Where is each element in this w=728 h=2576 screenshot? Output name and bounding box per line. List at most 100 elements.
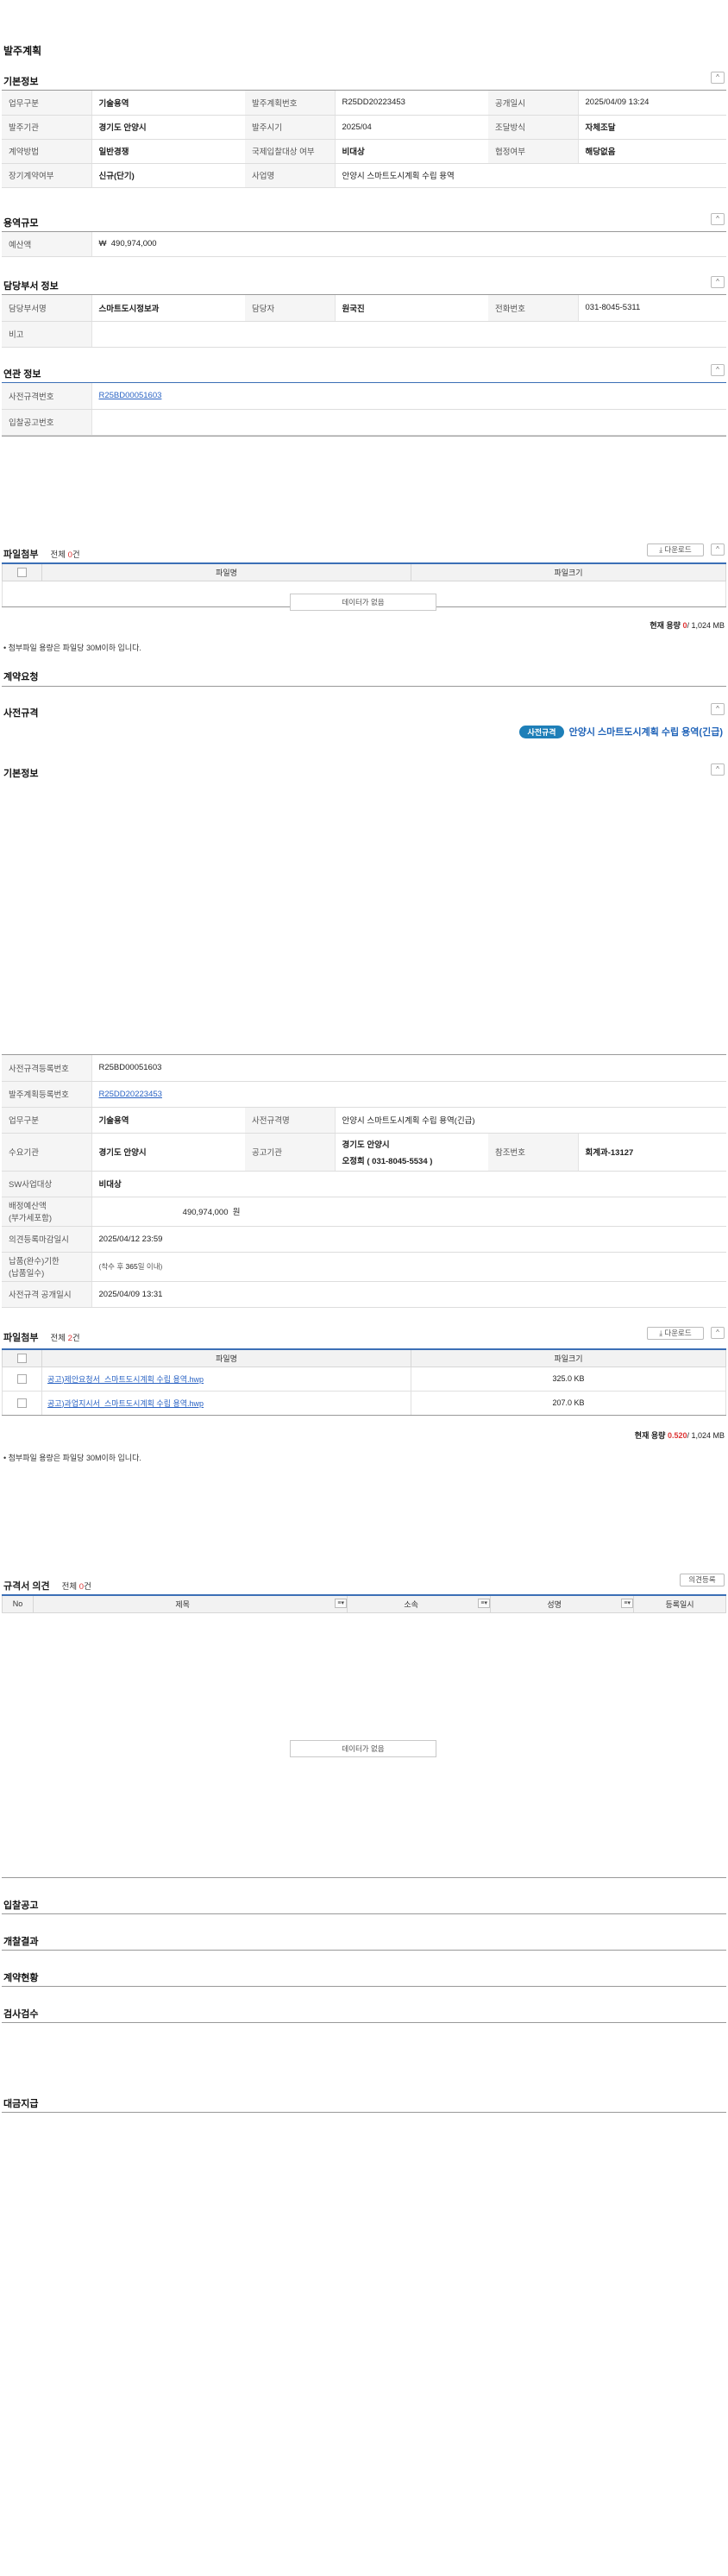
- value-pre-biz: 기술용역: [91, 1107, 245, 1134]
- section-inspection: 검사검수: [3, 2009, 39, 2020]
- opinions-table: No 제목 ≡▾ 소속 ≡▾ 성명 ≡▾ 등록일시: [2, 1594, 726, 1613]
- dept-title: 담당부서 정보: [3, 281, 59, 292]
- pre-spec-table: 사전규격등록번호 R25BD00051603 발주계획등록번호 R25DD202…: [2, 1055, 727, 1308]
- register-opinion-button[interactable]: 의견등록: [680, 1574, 725, 1586]
- value-pub-contact: 오정희 ( 031-8045-5534 ): [342, 1156, 433, 1166]
- section-opening-result: 개찰결과: [3, 1937, 39, 1947]
- label-ref-no: 참조번호: [488, 1133, 579, 1172]
- label-plan-no: 발주계획번호: [245, 91, 336, 116]
- download-button-1[interactable]: ⤓ 다운로드: [647, 543, 704, 556]
- value-assigned-budget: 490,974,000: [182, 1208, 229, 1217]
- file-link-2[interactable]: 공고)과업지시서_스마트도시계획 수립 용역.hwp: [47, 1399, 204, 1408]
- collapse-pre-spec-icon[interactable]: ^: [711, 703, 725, 715]
- files2-note: • 첨부파일 용량은 파일당 30M이하 입니다.: [3, 1454, 141, 1462]
- label-demand-agency: 수요기관: [2, 1133, 92, 1172]
- label-vat-incl: (부가세포함): [9, 1214, 53, 1223]
- file-checkbox-2[interactable]: [17, 1398, 27, 1408]
- files1-capacity: 현재 용량 0/ 1,024 MB: [650, 621, 725, 630]
- collapse-related-icon[interactable]: ^: [711, 364, 725, 376]
- plan-reg-link[interactable]: R25DD20223453: [99, 1090, 162, 1099]
- value-agency: 경기도 안양시: [91, 115, 245, 140]
- related-title: 연관 정보: [3, 369, 41, 380]
- select-all-checkbox-2[interactable]: [17, 1353, 27, 1363]
- collapse-files1-icon[interactable]: ^: [711, 543, 725, 556]
- label-budget: 예산액: [2, 232, 92, 257]
- pre-spec-badge: 사전규격: [519, 726, 564, 738]
- files1-empty: 데이터가 없음: [290, 594, 436, 611]
- label-biz-type: 업무구분: [2, 91, 92, 116]
- files2-table: 파일명 파일크기 공고)제안요청서_스마트도시계획 수립 용역.hwp 325.…: [2, 1348, 726, 1416]
- contract-request-title: 계약요청: [3, 672, 39, 682]
- value-manager: 원국진: [335, 295, 488, 322]
- delivery-prefix: (착수 후: [98, 1262, 124, 1271]
- value-delivery-days: 365: [125, 1262, 138, 1271]
- pre-spec-name: 안양시 스마트도시계획 수립 용역(긴급): [568, 727, 723, 738]
- file-link-1[interactable]: 공고)제안요청서_스마트도시계획 수립 용역.hwp: [47, 1375, 204, 1384]
- col-file-size-2: 파일크기: [411, 1348, 726, 1367]
- label-pub-agency: 공고기관: [245, 1133, 336, 1172]
- label-pre-name: 사전규격명: [245, 1107, 336, 1134]
- download-button-2[interactable]: ⤓ 다운로드: [647, 1327, 704, 1340]
- label-long-term: 장기계약여부: [2, 163, 92, 188]
- col-no: No: [2, 1594, 34, 1613]
- collapse-pre-basic-icon[interactable]: ^: [711, 763, 725, 776]
- scale-title: 용역규모: [3, 218, 39, 229]
- delivery-suffix: 일 이내): [137, 1262, 163, 1271]
- table-row: 공고)과업지시서_스마트도시계획 수립 용역.hwp 207.0 KB: [2, 1390, 726, 1416]
- label-open-date: 공개일시: [488, 91, 579, 116]
- value-demand-agency: 경기도 안양시: [91, 1133, 245, 1172]
- label-bid-no: 입찰공고번호: [2, 409, 92, 436]
- col-title[interactable]: 제목 ≡▾: [33, 1594, 348, 1613]
- col-reg-date: 등록일시: [633, 1594, 726, 1613]
- pre-spec-title: 사전규격: [3, 708, 39, 719]
- label-order-time: 발주시기: [245, 115, 336, 140]
- file-size-2: 207.0 KB: [411, 1390, 726, 1416]
- value-order-time: 2025/04: [335, 115, 488, 140]
- select-all-checkbox-1[interactable]: [17, 567, 27, 577]
- value-pub-agency: 경기도 안양시: [342, 1140, 390, 1150]
- collapse-basic-icon[interactable]: ^: [711, 72, 725, 84]
- value-biz-type: 기술용역: [91, 91, 245, 116]
- budget-unit: 원: [232, 1208, 241, 1217]
- col-person[interactable]: 성명 ≡▾: [490, 1594, 634, 1613]
- value-pre-name: 안양시 스마트도시계획 수립 용역(긴급): [335, 1107, 727, 1134]
- label-assigned-budget: 배정예산액: [9, 1202, 47, 1211]
- value-open-date: 2025/04/09 13:24: [578, 91, 726, 116]
- pre-spec-basic-title: 기본정보: [3, 769, 39, 779]
- section-bid-notice: 입찰공고: [3, 1901, 39, 1911]
- value-dept: 스마트도시정보과: [91, 295, 245, 322]
- collapse-dept-icon[interactable]: ^: [711, 276, 725, 288]
- page-title: 발주계획: [3, 45, 42, 57]
- pre-spec-link[interactable]: R25BD00051603: [99, 391, 162, 400]
- value-contract-method: 일반경쟁: [91, 139, 245, 164]
- basic-info-table: 업무구분 기술용역 발주계획번호 R25DD20223453 공개일시 2025…: [2, 91, 726, 188]
- label-phone: 전화번호: [488, 295, 579, 322]
- value-opinion-deadline: 2025/04/12 23:59: [91, 1226, 727, 1253]
- label-delivery: 납품(완수)기한: [9, 1257, 60, 1266]
- value-agreement: 해당없음: [578, 139, 726, 164]
- value-sw: 비대상: [91, 1171, 727, 1197]
- value-intl-bid: 비대상: [335, 139, 488, 164]
- collapse-scale-icon[interactable]: ^: [711, 213, 725, 225]
- sort-icon: ≡▾: [335, 1598, 347, 1608]
- section-payment: 대금지급: [3, 2099, 39, 2109]
- sort-icon: ≡▾: [621, 1598, 633, 1608]
- collapse-files2-icon[interactable]: ^: [711, 1327, 725, 1339]
- opinions-title: 규격서 의견 전체 0건: [3, 1581, 91, 1592]
- label-pre-biz: 업무구분: [2, 1107, 92, 1134]
- label-dept: 담당부서명: [2, 295, 92, 322]
- opinions-empty: 데이터가 없음: [290, 1740, 436, 1757]
- file-checkbox-1[interactable]: [17, 1373, 27, 1384]
- label-note: 비고: [2, 321, 92, 348]
- value-pre-open-date: 2025/04/09 13:31: [91, 1281, 727, 1308]
- label-intl-bid: 국제입찰대상 여부: [245, 139, 336, 164]
- section-contract-status: 계약현황: [3, 1973, 39, 1983]
- dept-table: 담당부서명 스마트도시정보과 담당자 원국진 전화번호 031-8045-531…: [2, 295, 726, 348]
- label-plan-reg-no: 발주계획등록번호: [2, 1081, 92, 1108]
- col-file-name-1: 파일명: [41, 562, 411, 581]
- label-reg-no: 사전규격등록번호: [2, 1055, 92, 1082]
- label-sw: SW사업대상: [2, 1171, 92, 1197]
- col-file-size-1: 파일크기: [411, 562, 726, 581]
- col-affiliation[interactable]: 소속 ≡▾: [347, 1594, 491, 1613]
- label-procure-method: 조달방식: [488, 115, 579, 140]
